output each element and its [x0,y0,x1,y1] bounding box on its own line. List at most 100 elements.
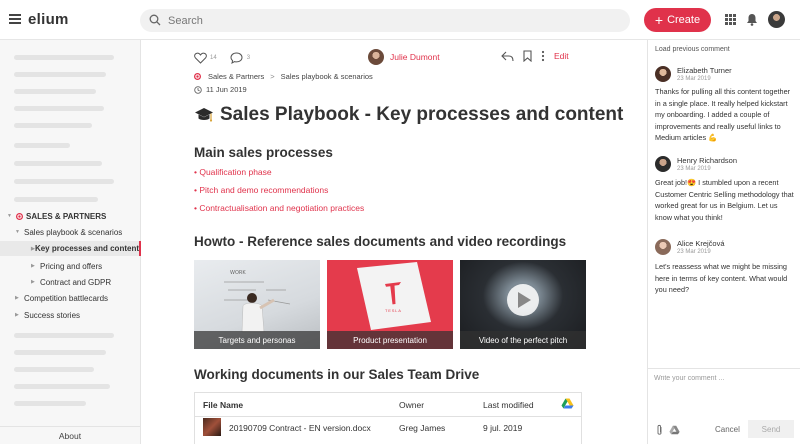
sidebar: ▼ SALES & PARTNERS ▼ Sales playbook & sc… [0,40,141,444]
comment-input[interactable] [654,375,794,415]
edit-button[interactable]: Edit [554,51,569,61]
skeleton-line [14,384,110,389]
media-tiles: WORK Targets and personas TESLA Product … [194,260,586,349]
sidebar-item-label: Key processes and content [34,244,139,253]
comment-bubble-icon[interactable] [230,52,243,64]
likes-count: 14 [210,55,217,61]
drive-table: File Name Owner Last modified 20190709 C… [194,392,582,444]
tile-caption: Product presentation [327,331,453,349]
sidebar-item-sales-partners[interactable]: ▼ SALES & PARTNERS [7,210,106,222]
app-logo[interactable]: elium [28,11,69,28]
comment-date: 23 Mar 2019 [677,249,711,255]
share-icon[interactable] [501,51,514,62]
heart-icon[interactable] [194,52,207,64]
search-icon [149,14,161,26]
section-heading: Working documents in our Sales Team Driv… [194,367,480,382]
svg-text:WORK: WORK [230,270,246,276]
skeleton-line [14,106,104,111]
search-input[interactable] [168,12,608,29]
sidebar-item-label: Success stories [24,310,81,320]
section-heading: Main sales processes [194,145,333,160]
process-link[interactable]: Pitch and demo recommendations [194,185,328,195]
skeleton-line [14,367,94,372]
target-icon [194,73,201,80]
sidebar-item-label: Pricing and offers [40,261,103,271]
bell-icon[interactable] [746,13,758,26]
avatar[interactable] [655,239,671,255]
breadcrumb-separator: > [270,72,275,81]
table-divider [195,416,581,417]
comment-composer: Cancel Send [648,368,800,444]
file-modified: 9 jul. 2019 [483,423,523,433]
sidebar-item-contract[interactable]: ▶ Contract and GDPR [31,276,111,288]
skeleton-line [14,401,86,406]
cancel-button[interactable]: Cancel [715,425,740,434]
load-previous-comment[interactable]: Load previous comment [655,46,730,53]
process-link[interactable]: Contractualisation and negotiation pract… [194,203,364,213]
send-button[interactable]: Send [748,420,794,438]
skeleton-line [14,55,114,60]
create-label: Create [667,14,701,26]
comment-date: 23 Mar 2019 [677,76,711,82]
search-bar[interactable] [140,9,630,32]
tile-caption: Targets and personas [194,331,320,349]
chevron-right-icon: ▶ [31,263,35,269]
chevron-right-icon: ▶ [31,279,35,285]
file-name[interactable]: 20190709 Contract - EN version.docx [229,423,371,433]
comment-text: Thanks for pulling all this content toge… [655,87,791,142]
media-tile-product[interactable]: TESLA Product presentation [327,260,453,349]
about-link[interactable]: About [0,426,140,444]
chevron-down-icon: ▼ [15,229,20,235]
skeleton-line [14,89,96,94]
media-tile-targets[interactable]: WORK Targets and personas [194,260,320,349]
comment-text: Great job!😍 I stumbled upon a recent Cus… [655,178,794,222]
breadcrumb-item[interactable]: Sales playbook & scenarios [281,72,373,81]
paperclip-icon[interactable] [656,424,663,436]
apps-grid-icon[interactable] [725,14,736,25]
chevron-down-icon: ▼ [7,213,12,219]
column-header-last-modified[interactable]: Last modified [483,400,534,410]
create-button[interactable]: + Create [644,8,711,32]
sidebar-item-success-stories[interactable]: ▶ Success stories [15,309,80,321]
file-owner: Greg James [399,423,446,433]
sidebar-item-pricing[interactable]: ▶ Pricing and offers [31,260,102,272]
comments-count: 3 [246,55,251,61]
process-link[interactable]: Qualification phase [194,167,271,177]
comment-date: 23 Mar 2019 [677,166,711,172]
sidebar-item-label: Competition battlecards [24,293,109,303]
bookmark-icon[interactable] [523,50,532,62]
article-date: 11 Jun 2019 [194,85,247,94]
menu-icon[interactable] [9,14,21,24]
tile-brand-text: TESLA [385,308,402,313]
user-avatar[interactable] [768,11,785,28]
chevron-right-icon: ▶ [15,295,19,301]
graduation-cap-icon [195,108,213,122]
skeleton-line [14,179,114,184]
plus-icon: + [654,12,664,28]
avatar[interactable] [655,66,671,82]
date-text: 11 Jun 2019 [206,85,247,94]
section-heading: Howto - Reference sales documents and vi… [194,234,567,249]
column-header-owner[interactable]: Owner [399,400,424,410]
media-tile-video[interactable]: Video of the perfect pitch [460,260,586,349]
article-main: 14 3 Julie Dumont Edit Sales & Partners … [141,40,647,444]
google-drive-icon[interactable] [669,425,680,435]
sidebar-item-key-processes[interactable]: ▶ Key processes and content [0,241,141,256]
sidebar-item-label: SALES & PARTNERS [26,211,107,221]
file-thumbnail [203,418,221,436]
sidebar-item-sales-playbook[interactable]: ▼ Sales playbook & scenarios [15,226,122,238]
comment-author[interactable]: Alice Krejčová [677,239,725,248]
column-header-file-name[interactable]: File Name [203,400,243,410]
more-vertical-icon[interactable] [541,50,545,62]
avatar[interactable] [655,156,671,172]
breadcrumb: Sales & Partners > Sales playbook & scen… [194,72,373,81]
comment-author[interactable]: Henry Richardson [677,156,737,165]
skeleton-line [14,350,106,355]
skeleton-line [14,143,70,148]
comment-author[interactable]: Elizabeth Turner [677,66,732,75]
comment-text: Let's reassess what we might be missing … [655,262,788,294]
google-drive-icon[interactable] [561,398,574,409]
author[interactable]: Julie Dumont [368,49,440,65]
breadcrumb-item[interactable]: Sales & Partners [208,72,264,81]
sidebar-item-competition[interactable]: ▶ Competition battlecards [15,292,108,304]
